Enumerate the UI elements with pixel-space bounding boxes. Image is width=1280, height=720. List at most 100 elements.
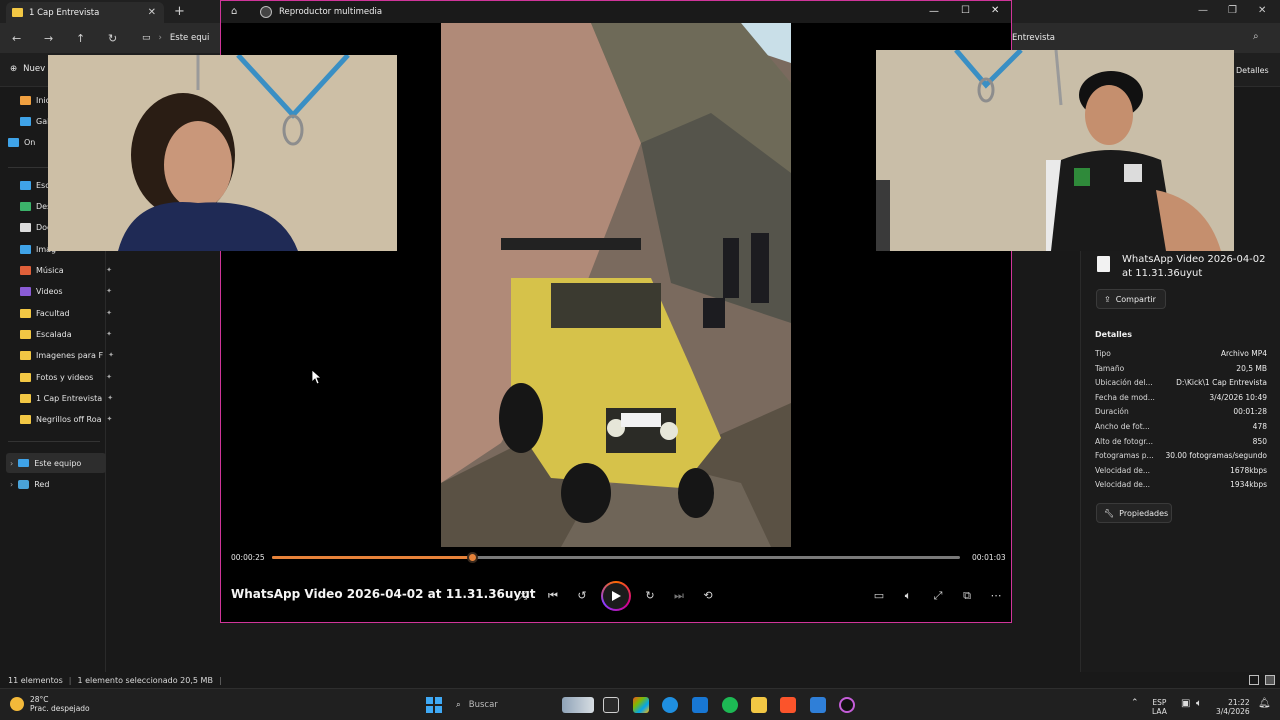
- up-icon[interactable]: ↑: [76, 32, 85, 45]
- folder-icon: [20, 350, 31, 360]
- store-icon[interactable]: [692, 697, 708, 713]
- pin-icon[interactable]: ✦: [106, 373, 112, 381]
- photos-icon[interactable]: [810, 697, 826, 713]
- mini-player-icon[interactable]: ⧉: [959, 588, 975, 604]
- item-count: 11 elementos: [8, 675, 63, 685]
- next-icon[interactable]: ⏭: [671, 588, 687, 604]
- spotify-icon[interactable]: [722, 697, 738, 713]
- notifications-icon[interactable]: 🔔︎: [1258, 698, 1271, 709]
- sidebar-item-label: Música: [36, 265, 64, 275]
- more-options-icon[interactable]: ⋯: [988, 588, 1004, 604]
- edge-icon[interactable]: [662, 697, 678, 713]
- address-segment[interactable]: Este equi: [170, 33, 209, 43]
- sidebar-item-label: Facultad: [36, 308, 70, 318]
- details-key: Velocidad de...: [1095, 465, 1151, 475]
- previous-icon[interactable]: ⏮: [545, 588, 561, 604]
- sidebar-item-13[interactable]: 1 Cap Entrevista ✦: [20, 388, 116, 408]
- pin-icon[interactable]: ✦: [107, 415, 113, 423]
- details-view-icon[interactable]: [1249, 675, 1259, 685]
- home-icon[interactable]: ⌂: [231, 6, 237, 17]
- shuffle-icon[interactable]: ⤮: [515, 588, 531, 604]
- sidebar-item-red[interactable]: › Red: [6, 474, 102, 494]
- minimize-icon[interactable]: —: [1198, 5, 1208, 16]
- details-row: Velocidad de... 1678kbps: [1095, 466, 1267, 480]
- explorer-tab[interactable]: 1 Cap Entrevista ✕: [6, 2, 164, 23]
- pin-icon[interactable]: ✦: [106, 330, 112, 338]
- pin-icon[interactable]: ✦: [106, 287, 112, 295]
- language-indicator[interactable]: ESP LAA: [1152, 698, 1167, 716]
- video-frame[interactable]: [441, 23, 791, 547]
- video-scene: [441, 23, 791, 547]
- forward-icon[interactable]: →: [44, 32, 53, 45]
- network-icon[interactable]: ▣: [1181, 698, 1190, 709]
- pin-icon[interactable]: ✦: [108, 351, 114, 359]
- details-file-name: WhatsApp Video 2026-04-02 at 11.31.36uyu…: [1122, 254, 1266, 279]
- media-player-taskbar-icon[interactable]: [839, 697, 855, 713]
- folder-icon: [20, 372, 31, 382]
- properties-label: Propiedades: [1119, 508, 1169, 518]
- address-bar-tail[interactable]: Entrevista: [1012, 27, 1242, 49]
- computer-icon: [18, 459, 30, 467]
- maximize-icon[interactable]: ❐: [1228, 5, 1237, 16]
- folder-icon: [20, 308, 31, 318]
- sidebar-item-este-equipo[interactable]: › Este equipo: [6, 453, 106, 473]
- sun-cloud-icon: [10, 697, 24, 711]
- images-icon: [20, 244, 31, 254]
- webcam-left: [48, 55, 397, 251]
- details-row: Ancho de fot... 478: [1095, 422, 1267, 436]
- task-view-icon[interactable]: [603, 697, 619, 713]
- sidebar-item-9[interactable]: Facultad ✦: [20, 303, 116, 323]
- search-highlight-icon[interactable]: [562, 697, 594, 713]
- sidebar-item-12[interactable]: Fotos y videos ✦: [20, 367, 116, 387]
- tiles-view-icon[interactable]: [1265, 675, 1275, 685]
- fullscreen-icon[interactable]: ⤢: [930, 588, 946, 604]
- sidebar-item-10[interactable]: Escalada ✦: [20, 324, 116, 344]
- start-button[interactable]: [426, 697, 442, 713]
- clock[interactable]: 21:22 3/4/2026: [1216, 698, 1250, 716]
- volume-icon[interactable]: 🔈︎: [900, 588, 916, 604]
- close-icon[interactable]: ✕: [1258, 5, 1266, 16]
- taskbar: 28°C Prac. despejado ⌕ Buscar ⌃ ESP LAA …: [0, 688, 1280, 720]
- details-value: 20,5 MB: [1236, 363, 1267, 373]
- pin-icon[interactable]: ✦: [106, 309, 112, 317]
- sidebar-item-14[interactable]: Negrillos off Roa ✦: [20, 409, 116, 429]
- weather-widget[interactable]: 28°C Prac. despejado: [10, 695, 90, 713]
- close-icon[interactable]: ✕: [991, 5, 999, 16]
- search-icon[interactable]: ⌕: [1253, 31, 1259, 42]
- repeat-off-icon[interactable]: ⟲: [700, 588, 716, 604]
- seek-handle[interactable]: [467, 552, 478, 563]
- maximize-icon[interactable]: ☐: [961, 5, 970, 16]
- address-bar[interactable]: ▭ › Este equi: [136, 27, 226, 49]
- minimize-icon[interactable]: —: [929, 6, 939, 17]
- details-button[interactable]: Detalles: [1236, 66, 1269, 75]
- subtitles-icon[interactable]: ▭: [871, 588, 887, 604]
- docs-icon: [20, 222, 31, 232]
- share-button[interactable]: ⇪ Compartir: [1096, 289, 1166, 309]
- address-segment-current[interactable]: Entrevista: [1012, 33, 1055, 43]
- media-player-app-icon: [260, 6, 272, 18]
- details-value: 478: [1252, 422, 1267, 431]
- refresh-icon[interactable]: ↻: [108, 32, 117, 45]
- forward-30-icon[interactable]: ↻: [642, 588, 658, 604]
- pin-icon[interactable]: ✦: [107, 394, 113, 402]
- sidebar-item-7[interactable]: Música ✦: [20, 260, 116, 280]
- new-tab-icon[interactable]: +: [174, 4, 185, 19]
- copilot-icon[interactable]: [633, 697, 649, 713]
- back-icon[interactable]: ←: [12, 32, 21, 45]
- new-button[interactable]: ⊕ Nuev: [10, 64, 45, 74]
- close-tab-icon[interactable]: ✕: [148, 7, 156, 18]
- properties-button[interactable]: 🔧︎ Propiedades: [1096, 503, 1172, 523]
- chevron-up-icon[interactable]: ⌃: [1131, 698, 1139, 708]
- pin-icon[interactable]: ✦: [106, 266, 112, 274]
- rewind-10-icon[interactable]: ↺: [574, 588, 590, 604]
- file-explorer-icon[interactable]: [751, 697, 767, 713]
- volume-icon[interactable]: 🔈︎: [1196, 698, 1202, 709]
- play-button[interactable]: [601, 581, 631, 611]
- sidebar-item-8[interactable]: Videos ✦: [20, 281, 116, 301]
- sidebar-item-11[interactable]: Imagenes para F ✦: [20, 345, 116, 365]
- details-section-title: Detalles: [1095, 330, 1132, 339]
- brave-icon[interactable]: [780, 697, 796, 713]
- details-key: Duración: [1095, 407, 1129, 417]
- taskbar-search[interactable]: ⌕ Buscar: [456, 697, 576, 713]
- details-row: Duración 00:01:28: [1095, 407, 1267, 421]
